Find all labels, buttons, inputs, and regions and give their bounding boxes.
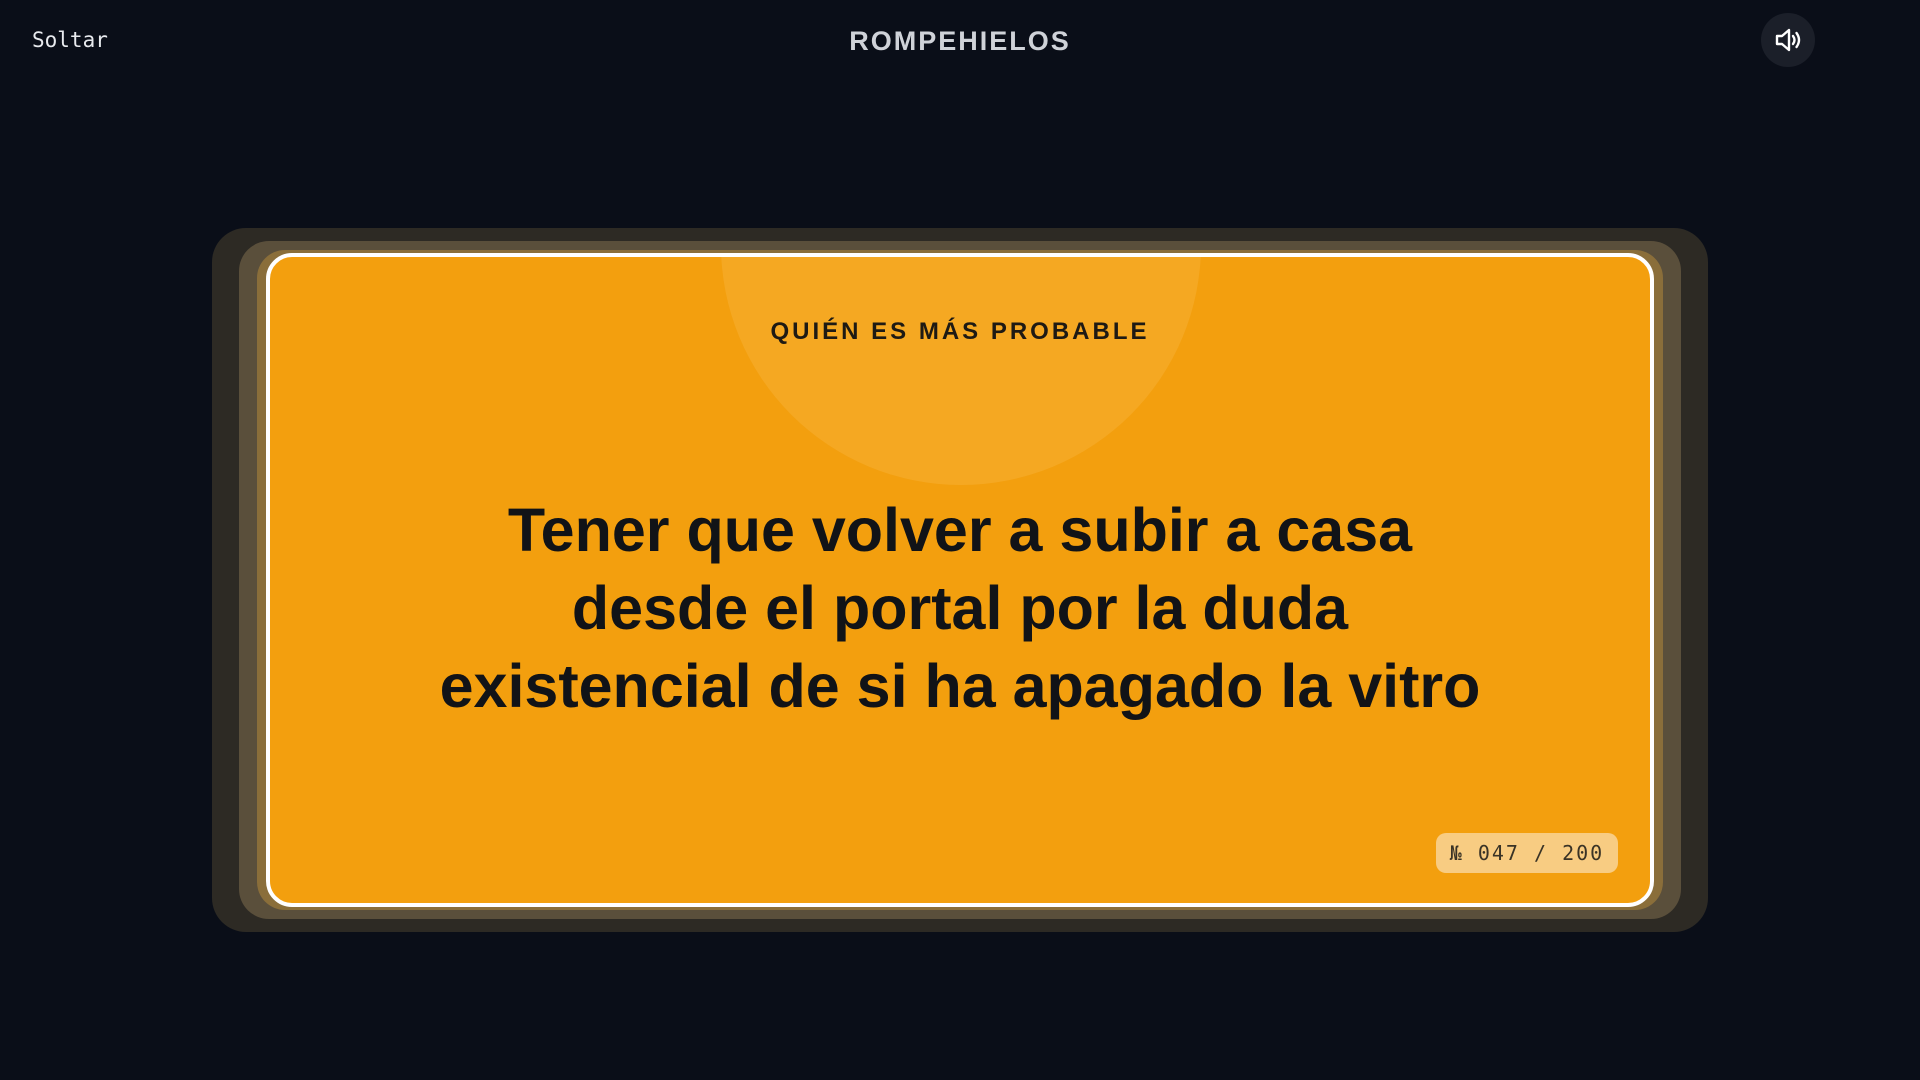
app-title: ROMPEHIELOS bbox=[849, 26, 1071, 56]
sound-toggle-button[interactable] bbox=[1761, 13, 1815, 67]
speaker-volume-icon bbox=[1772, 24, 1804, 56]
top-bar: Soltar ROMPEHIELOS bbox=[0, 0, 1920, 80]
card-prompt: Tener que volver a subir a casa desde el… bbox=[439, 496, 1481, 720]
card-category: QUIÉN ES MÁS PROBABLE bbox=[770, 318, 1150, 345]
question-card[interactable]: QUIÉN ES MÁS PROBABLE Tener que volver a… bbox=[266, 253, 1654, 907]
card-counter: № 047 / 200 bbox=[1436, 833, 1618, 873]
card-glow bbox=[721, 257, 1201, 485]
